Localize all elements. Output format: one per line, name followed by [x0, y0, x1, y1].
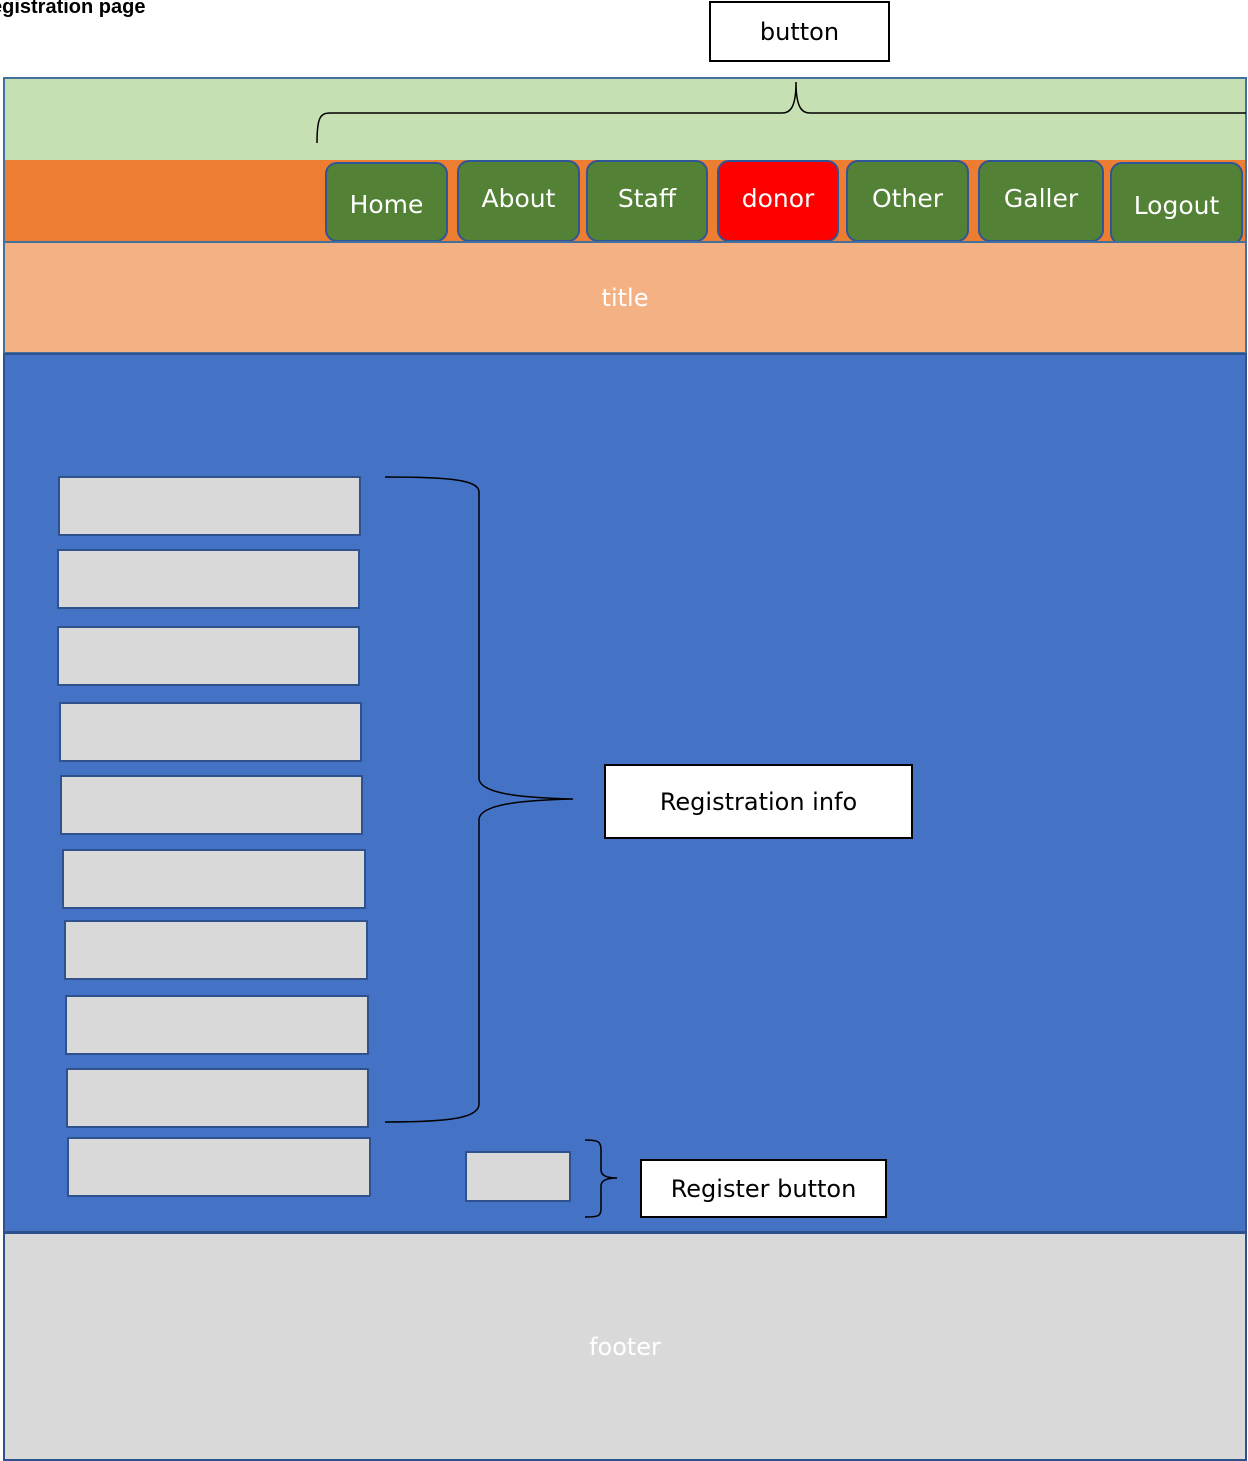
registration-field[interactable]	[67, 1137, 371, 1197]
nav-button-about[interactable]: About	[457, 160, 580, 242]
button-callout: button	[709, 1, 890, 62]
footer: footer	[3, 1232, 1247, 1461]
registration-field[interactable]	[57, 626, 360, 686]
registration-field[interactable]	[60, 775, 363, 835]
registration-info-callout: Registration info	[604, 764, 913, 839]
registration-field[interactable]	[66, 1068, 369, 1128]
register-button[interactable]	[465, 1151, 571, 1202]
nav-button-gallery[interactable]: Galler	[978, 160, 1104, 242]
nav-button-home[interactable]: Home	[325, 162, 448, 242]
registration-field[interactable]	[58, 476, 361, 536]
nav-button-donor[interactable]: donor	[717, 160, 839, 242]
footer-label: footer	[589, 1332, 661, 1361]
register-button-callout: Register button	[640, 1159, 887, 1218]
registration-field[interactable]	[65, 995, 369, 1055]
registration-field[interactable]	[59, 702, 362, 762]
nav-button-other[interactable]: Other	[846, 160, 969, 242]
registration-field[interactable]	[62, 849, 366, 909]
nav-button-logout[interactable]: Logout	[1110, 162, 1243, 245]
title-band: title	[3, 241, 1247, 354]
title-label: title	[601, 283, 649, 312]
nav-button-staff[interactable]: Staff	[586, 160, 708, 242]
header-top-band	[3, 77, 1247, 161]
page-title: egistration page	[0, 0, 146, 18]
registration-field[interactable]	[64, 920, 368, 980]
registration-field[interactable]	[57, 549, 360, 609]
